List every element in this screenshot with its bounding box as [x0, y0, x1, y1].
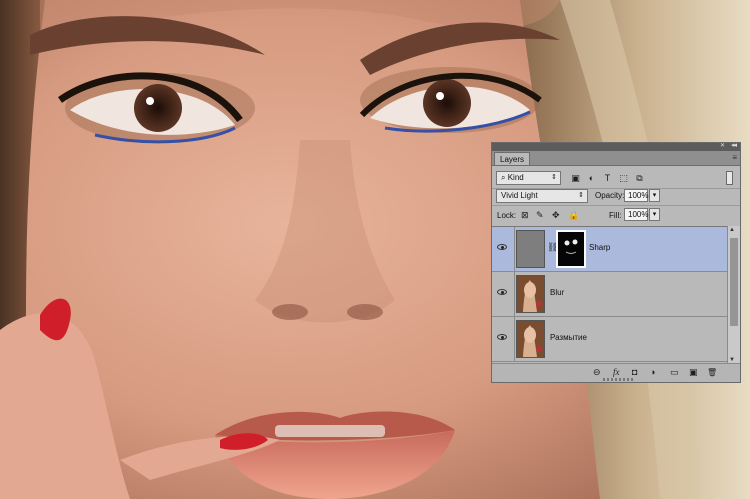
smart-object-filter-icon[interactable]: ⧉	[634, 173, 645, 184]
layer-thumbnail[interactable]	[516, 230, 545, 268]
eye-icon[interactable]	[497, 334, 507, 340]
blend-mode-value: Vivid Light	[501, 191, 538, 200]
layer-name[interactable]: Sharp	[589, 243, 610, 252]
visibility-toggle[interactable]	[492, 317, 515, 361]
close-icon[interactable]: ✕	[720, 142, 725, 149]
opacity-dropdown-icon[interactable]: ▾	[649, 189, 660, 202]
tab-layers[interactable]: Layers	[494, 152, 531, 165]
image-filter-icon[interactable]: ▣	[570, 173, 581, 184]
new-group-icon[interactable]: ▭	[670, 367, 679, 378]
type-filter-icon[interactable]: T	[602, 173, 613, 184]
chevron-down-icon: ⇕	[578, 192, 584, 199]
layer-row-blur[interactable]: Blur	[492, 272, 727, 317]
fill-label: Fill:	[609, 211, 622, 220]
eye-icon[interactable]	[497, 244, 507, 250]
filter-kind-select[interactable]: ⌕ Kind ⇕	[496, 171, 561, 185]
panel-menu-icon[interactable]: ≡	[732, 153, 737, 162]
collapse-icon[interactable]: ◂◂	[731, 141, 737, 149]
filter-toggle[interactable]	[726, 171, 733, 185]
lock-paint-icon[interactable]: ✎	[536, 210, 544, 221]
fill-field[interactable]: 100%	[624, 208, 648, 221]
layer-style-icon[interactable]: fx	[613, 367, 620, 378]
layer-thumbnail[interactable]	[516, 275, 545, 313]
panel-titlebar[interactable]: ✕ ◂◂	[492, 141, 740, 151]
layer-name[interactable]: Blur	[550, 288, 564, 297]
opacity-label: Opacity:	[595, 191, 625, 200]
layers-list: ⛓ Sharp Blur Размытие	[492, 226, 727, 365]
adjustment-layer-icon[interactable]: ◑	[650, 367, 655, 378]
adjustment-filter-icon[interactable]: ◐	[586, 173, 597, 184]
layers-scrollbar[interactable]: ▲ ▼	[727, 226, 740, 364]
layer-row-sharp[interactable]: ⛓ Sharp	[492, 227, 727, 272]
eye-icon[interactable]	[497, 289, 507, 295]
visibility-toggle[interactable]	[492, 272, 515, 316]
layer-name[interactable]: Размытие	[550, 333, 587, 342]
scroll-up-icon[interactable]: ▲	[729, 227, 735, 233]
new-layer-icon[interactable]: ▣	[689, 367, 698, 378]
shape-filter-icon[interactable]: ⬚	[618, 173, 629, 184]
search-icon: ⌕	[501, 173, 508, 182]
fill-dropdown-icon[interactable]: ▾	[649, 208, 660, 221]
scrollbar-thumb[interactable]	[730, 238, 738, 326]
panel-footer: ⊖ fx ◘ ◑ ▭ ▣ 🗑	[492, 363, 740, 382]
layer-row-razmytie[interactable]: Размытие	[492, 317, 727, 362]
lock-transparent-icon[interactable]: ⊠	[521, 210, 529, 221]
chevron-down-icon: ⇕	[551, 174, 557, 181]
layer-thumbnail[interactable]	[516, 320, 545, 358]
filter-kind-value: Kind	[507, 173, 524, 182]
resize-grip[interactable]	[603, 378, 633, 381]
delete-layer-icon[interactable]: 🗑	[707, 367, 717, 378]
add-mask-icon[interactable]: ◘	[632, 367, 637, 378]
lock-position-icon[interactable]: ✥	[552, 210, 560, 221]
divider	[492, 205, 740, 206]
blend-mode-select[interactable]: Vivid Light ⇕	[496, 189, 588, 203]
visibility-toggle[interactable]	[492, 227, 515, 271]
opacity-field[interactable]: 100%	[624, 189, 648, 202]
lock-all-icon[interactable]: 🔒	[568, 210, 579, 221]
panel-tab-row: Layers ≡	[492, 151, 740, 166]
layer-mask-thumbnail[interactable]	[556, 230, 586, 268]
link-layers-icon[interactable]: ⊖	[593, 367, 601, 378]
layers-panel: ✕ ◂◂ Layers ≡ ⌕ Kind ⇕ ▣ ◐ T ⬚ ⧉ Vivid L…	[491, 142, 741, 383]
lock-label: Lock:	[497, 211, 517, 220]
